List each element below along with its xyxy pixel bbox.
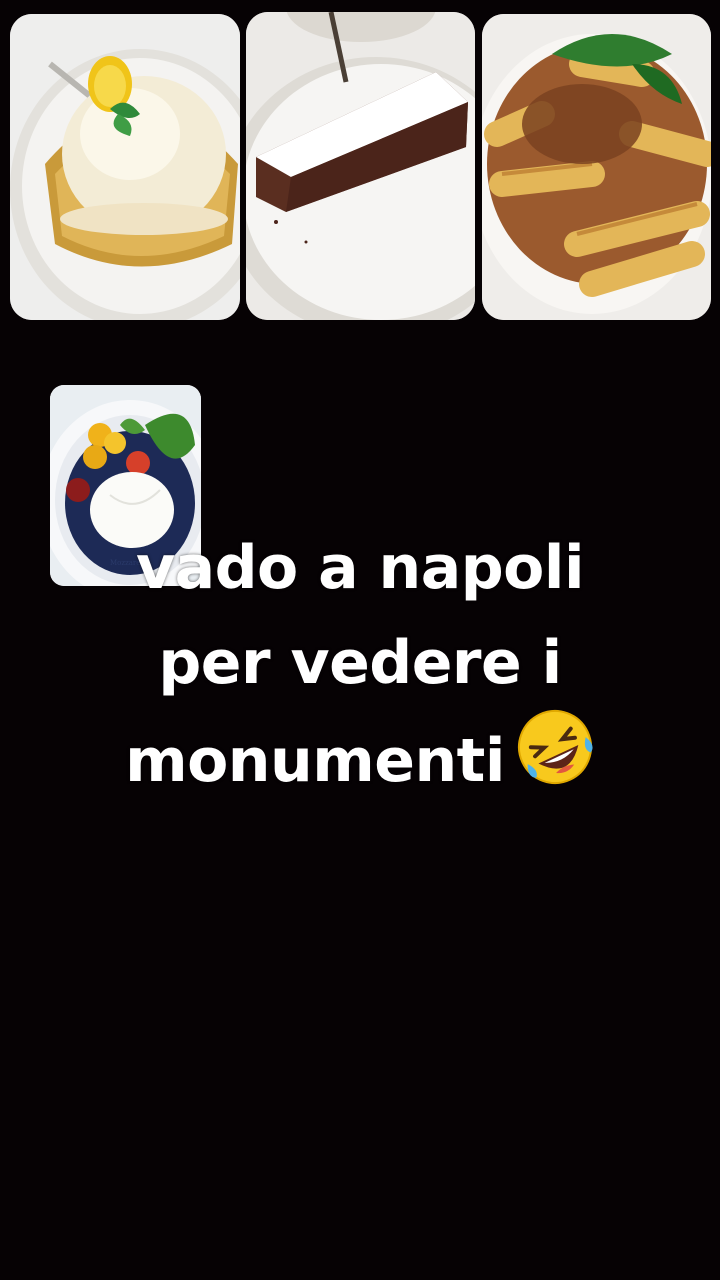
caption-line-1: vado a napoli (135, 533, 585, 603)
pasta-ragu-image (482, 14, 711, 320)
photo-chocolate-cake[interactable] (246, 12, 475, 320)
caption-line-2: per vedere i (158, 628, 562, 698)
lemon-dessert-image (10, 14, 240, 320)
photo-pasta-ragu[interactable] (482, 14, 711, 320)
photo-lemon-dessert[interactable] (10, 14, 240, 320)
caption-line-3-text: monumenti (125, 726, 505, 796)
chocolate-cake-image (246, 12, 475, 320)
rolling-laughing-emoji-icon (515, 707, 595, 787)
caption-line-3: monumenti (40, 707, 680, 802)
